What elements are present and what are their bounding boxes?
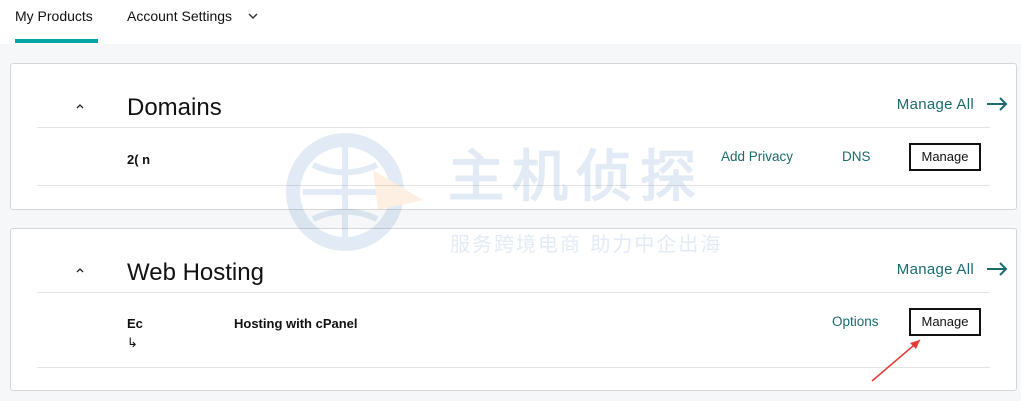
chevron-up-icon[interactable]: [73, 101, 87, 111]
web-hosting-card: Web Hosting Manage All Ec Hosting with c…: [10, 228, 1017, 391]
chevron-up-icon[interactable]: [73, 265, 87, 275]
hosting-manage-all-link[interactable]: Manage All: [896, 261, 1008, 278]
hosting-plan-name: Hosting with cPanel: [234, 316, 358, 331]
annotation-arrow-icon: [871, 339, 921, 382]
hosting-name-prefix: Ec: [127, 316, 143, 331]
add-privacy-link[interactable]: Add Privacy: [721, 149, 793, 164]
web-hosting-title: Web Hosting: [127, 259, 264, 286]
hosting-manage-all-label: Manage All: [896, 261, 974, 278]
tab-account-settings-label: Account Settings: [127, 8, 233, 24]
top-nav: My Products Account Settings: [0, 0, 1021, 44]
domains-manage-all-link[interactable]: Manage All: [896, 96, 1008, 113]
domain-name: 2( n: [127, 152, 151, 167]
options-link[interactable]: Options: [832, 314, 879, 329]
domains-card: Domains Manage All 2( n Add Privacy DNS …: [10, 63, 1017, 210]
dns-link[interactable]: DNS: [842, 149, 871, 164]
domains-row-divider: [37, 185, 990, 186]
hosting-manage-button[interactable]: Manage: [909, 308, 981, 336]
domains-manage-all-label: Manage All: [896, 96, 974, 113]
domains-header-divider: [37, 127, 990, 128]
hosting-header-divider: [37, 292, 990, 293]
arrow-right-icon: [987, 97, 1008, 111]
return-arrow-icon: ↳: [127, 335, 138, 350]
tab-my-products-label: My Products: [15, 8, 93, 24]
arrow-right-icon: [987, 262, 1008, 276]
domains-title: Domains: [127, 94, 222, 121]
tab-account-settings[interactable]: Account Settings: [127, 0, 267, 44]
chevron-down-icon: [248, 13, 258, 19]
hosting-row-divider: [37, 367, 990, 368]
domain-manage-button[interactable]: Manage: [909, 143, 981, 171]
tab-my-products[interactable]: My Products: [15, 0, 98, 44]
